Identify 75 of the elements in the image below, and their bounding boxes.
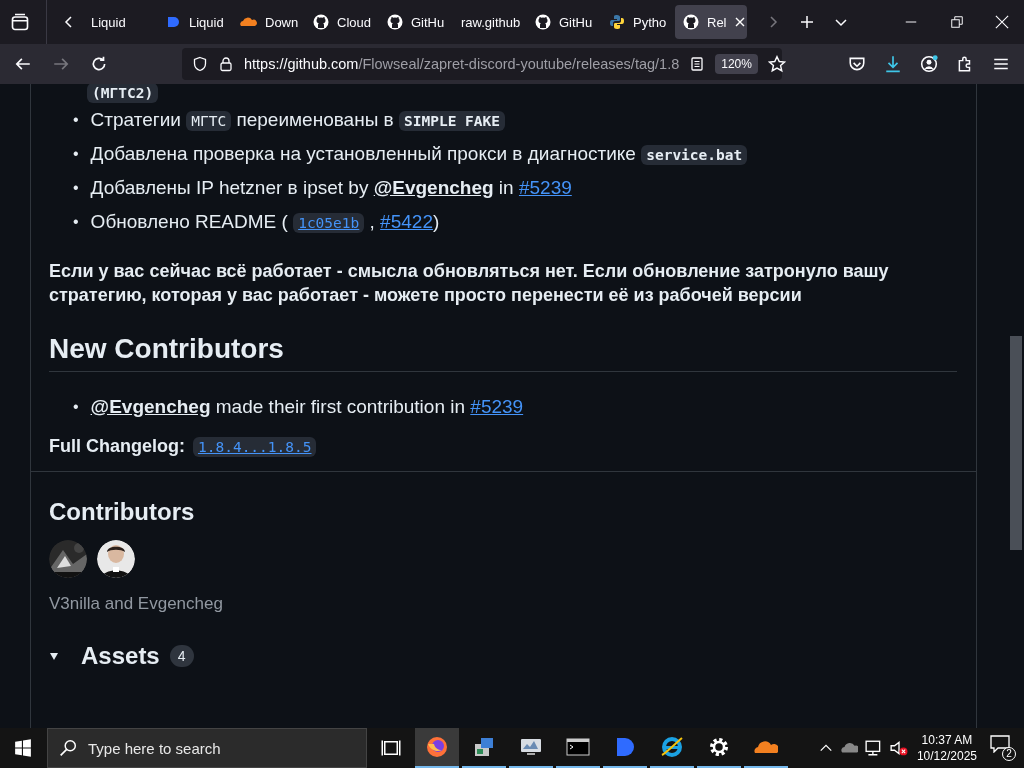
tab-list-icon[interactable] <box>10 12 30 32</box>
close-icon[interactable] <box>995 15 1009 29</box>
github-icon <box>313 14 329 30</box>
download-icon[interactable] <box>884 55 902 73</box>
star-icon[interactable] <box>767 55 786 73</box>
user-mention[interactable]: @Evgencheg <box>373 177 494 198</box>
browser-tab[interactable]: Down <box>231 5 305 39</box>
network-icon[interactable] <box>864 739 883 757</box>
cloud-icon[interactable] <box>754 741 778 753</box>
browser-tab[interactable]: Liquid <box>157 5 231 39</box>
pocket-icon[interactable] <box>848 55 866 73</box>
shield-icon[interactable] <box>192 56 208 72</box>
windows-icon[interactable] <box>14 739 32 757</box>
zoom-level[interactable]: 120% <box>715 54 758 74</box>
clock-date[interactable]: 10/12/2025 <box>916 748 977 764</box>
github-icon <box>535 14 551 30</box>
compare-link[interactable]: 1.8.4...1.8.5 <box>193 436 317 457</box>
list-item: Добавлены IP hetzner в ipset by @Evgencheg in #5239 <box>90 176 572 200</box>
browser-tab[interactable]: GitHu <box>379 5 453 39</box>
browser-tab[interactable]: Rel <box>675 5 747 39</box>
browser-tab[interactable]: raw.github <box>453 5 527 39</box>
contributor-names: V3nilla and Evgencheg <box>49 594 224 614</box>
reload-icon[interactable] <box>90 55 108 73</box>
terminal-icon[interactable] <box>566 738 590 756</box>
section-heading: Contributors <box>49 498 196 526</box>
list-item: Стратегии МГТС переименованы в SIMPLE FAKE <box>90 105 506 135</box>
monitor-icon[interactable] <box>521 739 541 755</box>
browser-e-icon[interactable] <box>661 737 683 757</box>
caret-down-icon[interactable] <box>49 651 59 661</box>
code-snippet: SIMPLE FAKE <box>399 110 506 131</box>
restore-icon[interactable] <box>951 16 963 28</box>
code-snippet: МГТС <box>186 110 232 131</box>
task-view-icon[interactable] <box>381 738 401 758</box>
list-item: Добавлена проверка на установленный прокси в диагностике service.bat <box>90 139 748 169</box>
bullet: • <box>73 179 79 197</box>
browser-tab[interactable]: Liquid <box>83 5 157 39</box>
note-paragraph: Если у вас сейчас всё работает - смысла обновляться нет. Если обновление затронуло вашу стратегию, которая у вас работает - можете просто перенести её из рабочей версии <box>49 260 890 307</box>
installer-icon[interactable] <box>475 738 493 756</box>
list-item: Обновлено README ( 1c05e1b , #5422) <box>90 209 440 235</box>
code-snippet: (МГТС2) <box>87 84 159 103</box>
github-icon <box>387 14 403 30</box>
browser-tab[interactable]: Pytho <box>601 5 675 39</box>
account-icon[interactable] <box>920 55 938 73</box>
plus-icon[interactable] <box>799 14 815 30</box>
reader-view-icon[interactable] <box>689 56 706 72</box>
bullet: • <box>73 398 79 416</box>
section-heading: Assets <box>81 642 160 670</box>
firefox-icon[interactable] <box>427 737 447 757</box>
browser-tab[interactable]: Cloud <box>305 5 379 39</box>
python-icon <box>609 14 625 30</box>
search-icon <box>59 739 77 757</box>
list-item: @Evgencheg made their first contribution in #5239 <box>90 395 524 419</box>
bullet: • <box>73 111 79 129</box>
count-badge: 4 <box>169 645 194 667</box>
lock-icon[interactable] <box>218 56 234 72</box>
changelog-label: Full Changelog: <box>49 436 185 457</box>
section-heading: New Contributors <box>49 333 957 372</box>
browser-tab[interactable]: GitHu <box>527 5 601 39</box>
issue-link[interactable]: #5422 <box>380 210 433 232</box>
settings-icon[interactable] <box>710 738 728 756</box>
scrollbar-thumb[interactable] <box>1010 336 1022 550</box>
issue-link[interactable]: #5239 <box>518 177 572 198</box>
github-icon <box>683 14 699 30</box>
drop-icon[interactable] <box>617 738 634 756</box>
speaker-muted-icon[interactable] <box>889 739 908 757</box>
issue-link[interactable]: #5239 <box>470 396 524 417</box>
bullet: • <box>73 145 79 163</box>
search-field[interactable]: Type here to search <box>47 728 367 768</box>
commit-link[interactable]: 1c05e1b <box>293 212 365 233</box>
code-snippet: service.bat <box>641 144 748 165</box>
bullet: • <box>73 213 79 231</box>
drop-icon <box>165 14 181 30</box>
user-mention[interactable]: @Evgencheg <box>90 396 211 417</box>
close-icon[interactable] <box>734 17 745 27</box>
clock-time[interactable]: 10:37 AM <box>916 732 977 748</box>
